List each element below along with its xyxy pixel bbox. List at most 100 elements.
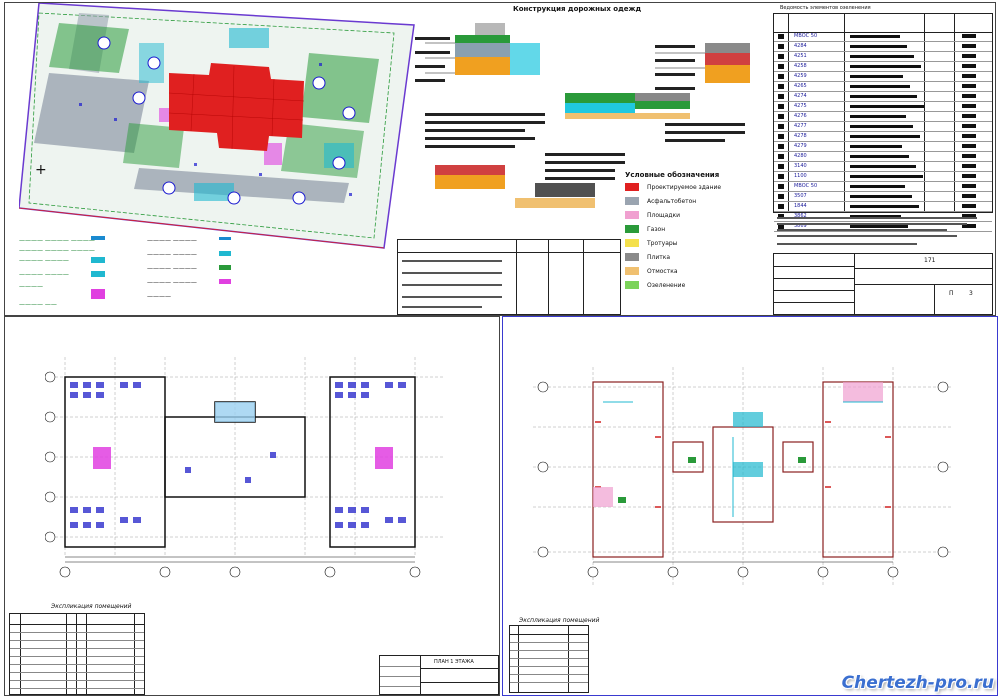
legend-label: Тротуары <box>647 240 678 247</box>
spec-row: 3507 <box>774 192 992 202</box>
spec-row: 4259 <box>774 72 992 82</box>
watermark-logo: Chertezh-pro.ru <box>841 673 994 693</box>
spec-row-code: МВОС 50 <box>794 183 818 189</box>
spec-row-qty <box>962 204 976 208</box>
spec-row-qty <box>962 194 976 198</box>
spec-row-desc <box>850 105 924 108</box>
spec-row-qty <box>962 34 976 38</box>
legend-label: Проектируемое здание <box>647 184 722 191</box>
spec-row: 4276 <box>774 112 992 122</box>
spec-row-qty <box>962 104 976 108</box>
spec-row-qty <box>962 174 976 178</box>
spec-row-desc <box>850 175 923 178</box>
spec-row-desc <box>850 145 902 148</box>
spec-row: 4258 <box>774 62 992 72</box>
spec-row: МВОС 50 <box>774 182 992 192</box>
symbols-legend: ———— ———— ———— ———— ———— ———— ———— ———— … <box>19 231 239 315</box>
spec-row-code: МВОС 50 <box>794 33 818 39</box>
spec-row-desc <box>850 195 912 198</box>
legend-label: Площадки <box>647 212 681 219</box>
spec-row-code: 4278 <box>794 133 807 139</box>
spec-row-qty <box>962 114 976 118</box>
spec-rows: МВОС 50 4284 4251 4258 4259 4265 4274 4275 4276 4… <box>774 32 992 232</box>
spec-row: 4274 <box>774 92 992 102</box>
spec-row-marker <box>778 184 784 189</box>
spec-row-desc <box>850 125 913 128</box>
spec-table-title: Ведомость элементов озеленения <box>780 5 871 11</box>
floor-plan-stamp: ПЛАН 1 ЭТАЖА <box>379 655 499 695</box>
spec-row-code: 4259 <box>794 73 807 79</box>
spec-row-desc <box>850 115 906 118</box>
sheet-engineering-plan: Экспликация помещений <box>502 316 998 696</box>
spec-row-desc <box>850 65 921 68</box>
spec-row-marker <box>778 94 784 99</box>
spec-row-desc <box>850 45 907 48</box>
spec-row-desc <box>850 205 919 208</box>
spec-row-qty <box>962 84 976 88</box>
spec-row-marker <box>778 164 784 169</box>
legend-title: Условные обозначения <box>625 171 720 179</box>
spec-row-qty <box>962 124 976 128</box>
spec-row-marker <box>778 74 784 79</box>
spec-row: 4251 <box>774 52 992 62</box>
spec-row-marker <box>778 54 784 59</box>
spec-row: 4280 <box>774 152 992 162</box>
spec-row-qty <box>962 54 976 58</box>
spec-row-code: 4265 <box>794 83 807 89</box>
sheet-floor-plan: Экспликация помещений ПЛАН 1 ЭТАЖА <box>4 316 500 696</box>
spec-row-marker <box>778 134 784 139</box>
engineering-plan-drawing <box>533 367 953 587</box>
pavement-table <box>397 239 621 315</box>
spec-row-marker <box>778 194 784 199</box>
spec-row-qty <box>962 164 976 168</box>
spec-row-qty <box>962 144 976 148</box>
spec-row-desc <box>850 155 909 158</box>
spec-row-qty <box>962 74 976 78</box>
floor-plan-drawing <box>45 357 445 578</box>
explication-title: Экспликация помещений <box>519 617 600 624</box>
spec-row-desc <box>850 165 916 168</box>
spec-row-code: 1844 <box>794 203 807 209</box>
spec-row: 3140 <box>774 162 992 172</box>
spec-row: 4265 <box>774 82 992 92</box>
spec-row-code: 4274 <box>794 93 807 99</box>
spec-row-marker <box>778 124 784 129</box>
spec-row-marker <box>778 64 784 69</box>
legend-label: Асфальтобетон <box>647 198 697 205</box>
spec-row-code: 4276 <box>794 113 807 119</box>
spec-row-desc <box>850 35 900 38</box>
spec-row-desc <box>850 55 914 58</box>
title-block-stamp: 171 П 3 <box>773 253 993 315</box>
spec-row-desc <box>850 95 917 98</box>
spec-row: 4277 <box>774 122 992 132</box>
spec-row-code: 4284 <box>794 43 807 49</box>
spec-row-marker <box>778 144 784 149</box>
spec-row-desc <box>850 85 910 88</box>
explication-title: Экспликация помещений <box>51 603 132 610</box>
spec-row: МВОС 50 <box>774 32 992 42</box>
spec-row-code: 4277 <box>794 123 807 129</box>
spec-row-marker <box>778 154 784 159</box>
spec-row-marker <box>778 34 784 39</box>
spec-row: 4284 <box>774 42 992 52</box>
spec-row-code: 4280 <box>794 153 807 159</box>
spec-row-marker <box>778 204 784 209</box>
road-construction-title: Конструкция дорожных одежд <box>513 5 642 13</box>
spec-row: 4279 <box>774 142 992 152</box>
stamp-number: П <box>949 290 954 297</box>
spec-row-qty <box>962 154 976 158</box>
spec-row-code: 1100 <box>794 173 807 179</box>
spec-row-code: 4275 <box>794 103 807 109</box>
spec-row-marker <box>778 174 784 179</box>
spec-row-marker <box>778 84 784 89</box>
stamp-number: 171 <box>924 257 936 264</box>
spec-row-qty <box>962 64 976 68</box>
spec-row-marker <box>778 44 784 49</box>
spec-row-code: 4279 <box>794 143 807 149</box>
spec-row: 1100 <box>774 172 992 182</box>
spec-row-qty <box>962 94 976 98</box>
spec-row-code: 3140 <box>794 163 807 169</box>
crosshair-icon: + <box>35 162 47 178</box>
spec-row-marker <box>778 114 784 119</box>
spec-row-code: 4258 <box>794 63 807 69</box>
